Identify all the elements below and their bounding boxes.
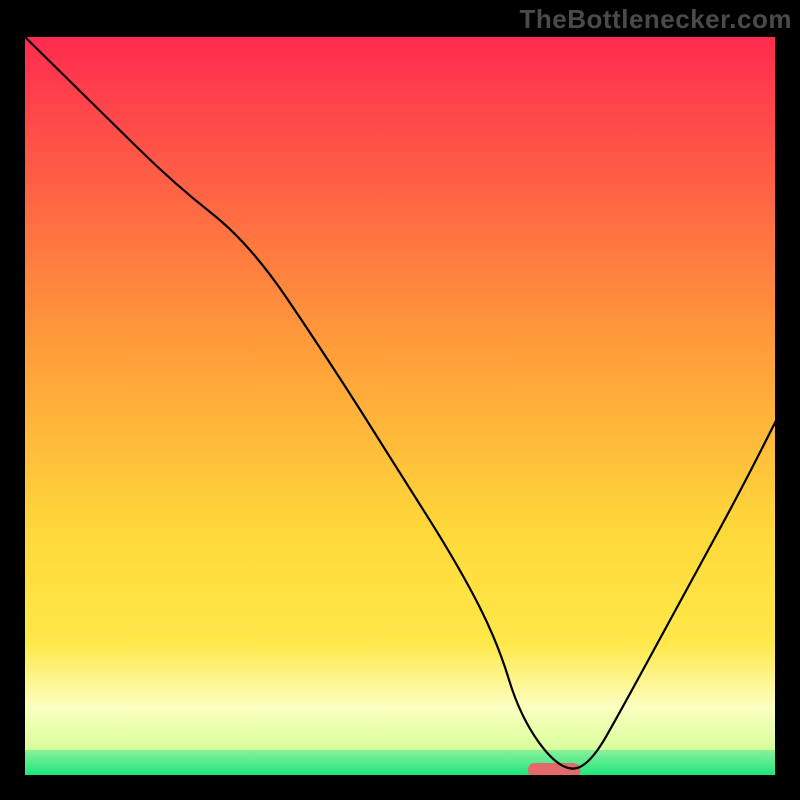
bg-haze bbox=[24, 643, 776, 750]
plot-frame bbox=[24, 36, 776, 776]
chart-container: TheBottlenecker.com bbox=[0, 0, 800, 800]
bottleneck-chart bbox=[24, 36, 776, 776]
bg-green bbox=[24, 750, 776, 776]
bg-main bbox=[24, 36, 776, 643]
watermark-text: TheBottlenecker.com bbox=[520, 4, 792, 35]
